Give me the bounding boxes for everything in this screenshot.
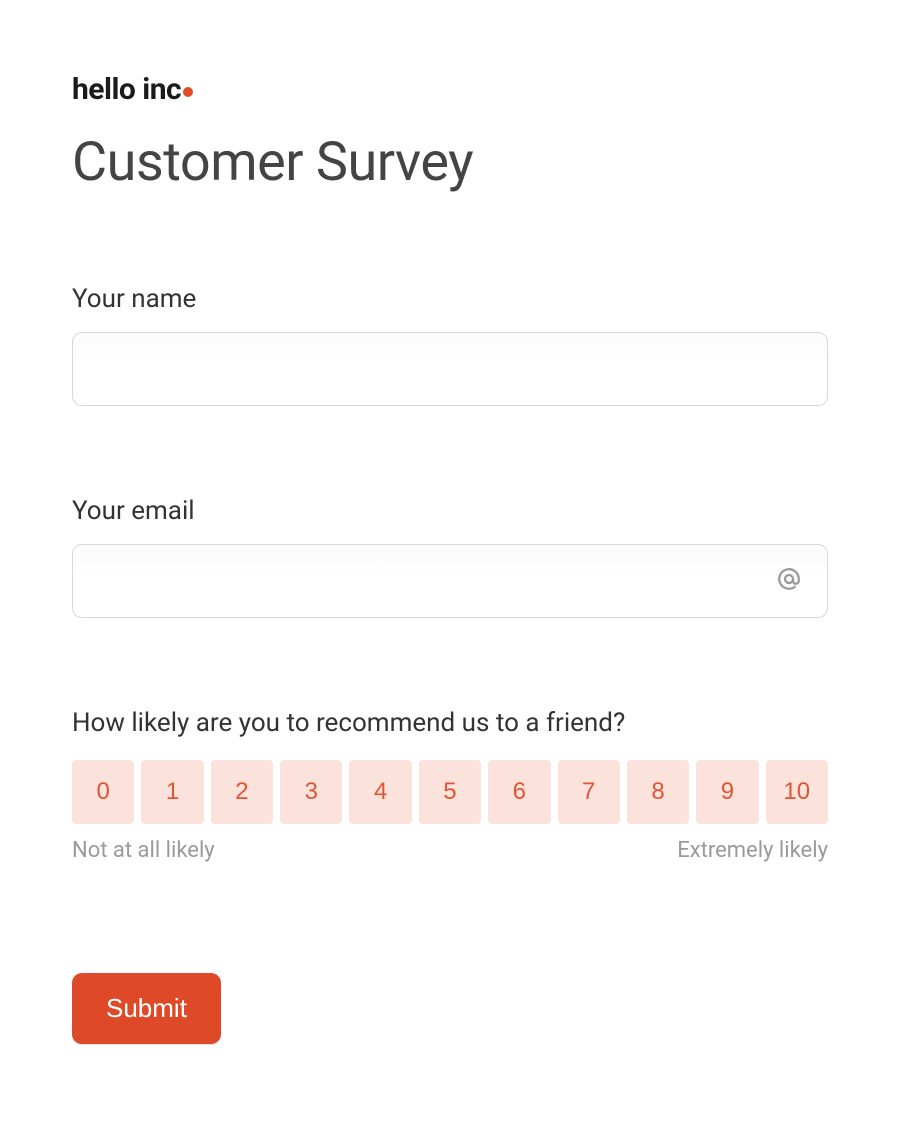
nps-option-0[interactable]: 0 — [72, 760, 134, 824]
name-input-wrap — [72, 332, 828, 406]
nps-question: How likely are you to recommend us to a … — [72, 708, 828, 738]
name-input[interactable] — [72, 332, 828, 406]
nps-option-4[interactable]: 4 — [349, 760, 411, 824]
nps-scale-labels: Not at all likely Extremely likely — [72, 838, 828, 863]
page-title: Customer Survey — [72, 131, 828, 194]
name-label: Your name — [72, 284, 828, 314]
nps-low-label: Not at all likely — [72, 838, 215, 863]
name-field-block: Your name — [72, 284, 828, 406]
nps-option-1[interactable]: 1 — [141, 760, 203, 824]
email-field-block: Your email — [72, 496, 828, 618]
brand-logo-text: hello inc — [72, 72, 181, 107]
nps-option-6[interactable]: 6 — [488, 760, 550, 824]
nps-options-row: 0 1 2 3 4 5 6 7 8 9 10 — [72, 760, 828, 824]
nps-high-label: Extremely likely — [677, 838, 828, 863]
email-input-wrap — [72, 544, 828, 618]
submit-row: Submit — [72, 973, 828, 1044]
nps-option-9[interactable]: 9 — [696, 760, 758, 824]
nps-option-8[interactable]: 8 — [627, 760, 689, 824]
nps-option-10[interactable]: 10 — [766, 760, 828, 824]
brand-dot-icon — [183, 87, 193, 97]
nps-option-7[interactable]: 7 — [558, 760, 620, 824]
brand-logo: hello inc — [72, 72, 828, 107]
nps-option-2[interactable]: 2 — [211, 760, 273, 824]
email-input[interactable] — [72, 544, 828, 618]
survey-page: hello inc Customer Survey Your name Your… — [0, 0, 900, 1044]
nps-block: How likely are you to recommend us to a … — [72, 708, 828, 863]
email-label: Your email — [72, 496, 828, 526]
nps-option-3[interactable]: 3 — [280, 760, 342, 824]
nps-option-5[interactable]: 5 — [419, 760, 481, 824]
submit-button[interactable]: Submit — [72, 973, 221, 1044]
